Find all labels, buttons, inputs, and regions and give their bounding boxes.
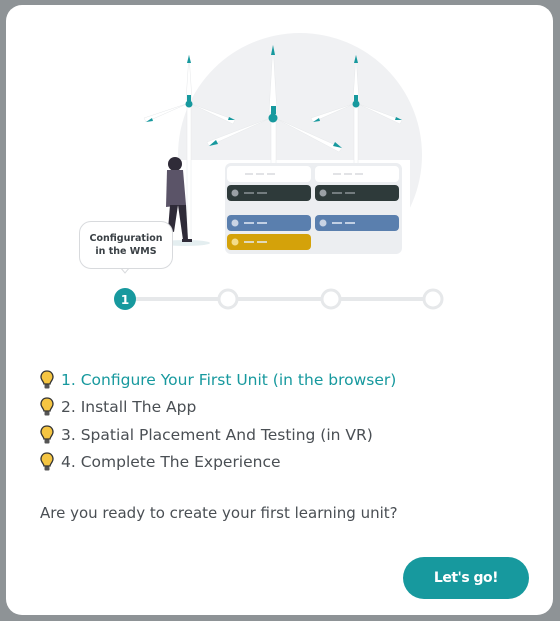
- unit-panel: [225, 163, 402, 254]
- speech-bubble: Configuration in the WMS: [79, 221, 173, 269]
- steps-list: 1. Configure Your First Unit (in the bro…: [40, 366, 396, 476]
- step-item: 1. Configure Your First Unit (in the bro…: [40, 366, 396, 394]
- bubble-line-2: in the WMS: [95, 246, 157, 257]
- lightbulb-icon: [40, 425, 54, 444]
- question-text: Are you ready to create your first learn…: [40, 504, 398, 522]
- step-label: 3. Spatial Placement And Testing (in VR): [61, 425, 373, 444]
- step-label: 1. Configure Your First Unit (in the bro…: [61, 370, 397, 389]
- step-label: 2. Install The App: [61, 398, 197, 417]
- bubble-line-1: Configuration: [89, 233, 163, 244]
- step-label: 4. Complete The Experience: [61, 453, 281, 472]
- step-item: 3. Spatial Placement And Testing (in VR): [40, 421, 396, 449]
- current-step-number: 1: [121, 293, 129, 307]
- step-2-marker: [217, 288, 239, 310]
- lets-go-button[interactable]: Let's go!: [403, 557, 529, 599]
- step-3-marker: [320, 288, 342, 310]
- lightbulb-icon: [40, 370, 54, 389]
- onboarding-dialog: 1 Configuration in the WMS 1. Configure …: [6, 5, 553, 615]
- step-4-marker: [422, 288, 444, 310]
- step-item: 4. Complete The Experience: [40, 449, 396, 477]
- lightbulb-icon: [40, 452, 54, 471]
- wind-turbine-illustration: 1: [114, 33, 444, 310]
- lightbulb-icon: [40, 397, 54, 416]
- step-item: 2. Install The App: [40, 394, 396, 422]
